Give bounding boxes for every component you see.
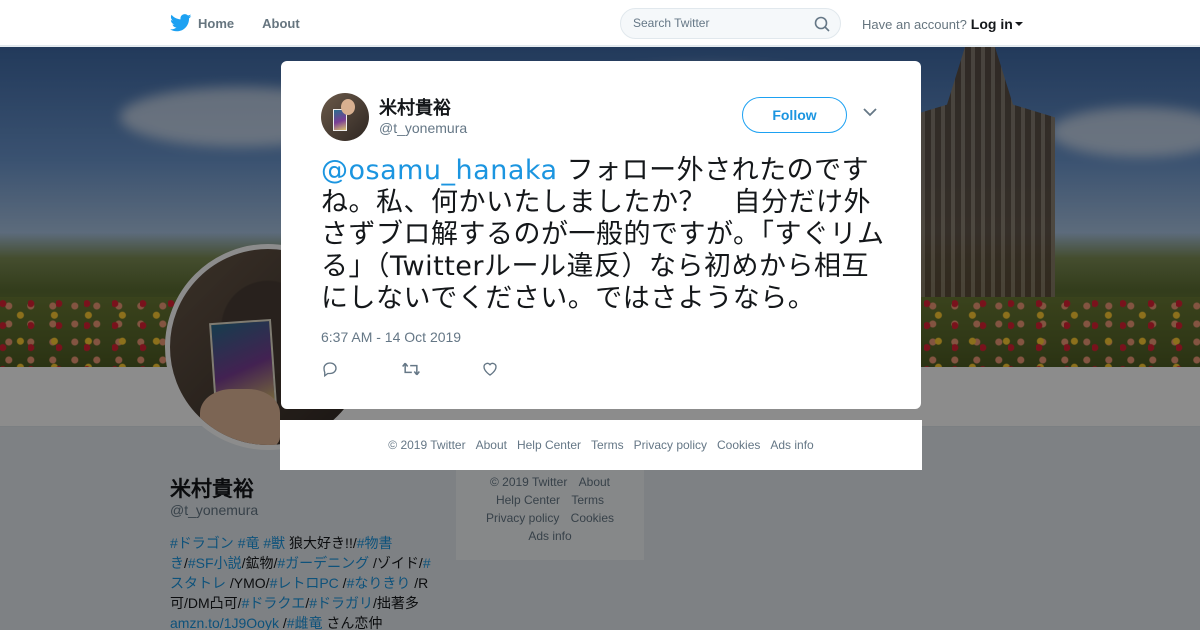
footer-help-link[interactable]: Help Center bbox=[517, 438, 581, 452]
nav-left: Home About bbox=[170, 0, 328, 46]
tweet-author-name[interactable]: 米村貴裕 bbox=[379, 94, 451, 120]
twitter-bird-icon bbox=[170, 14, 192, 32]
tweet-author-avatar[interactable] bbox=[321, 93, 369, 141]
footer-cookies-link[interactable]: Cookies bbox=[717, 438, 760, 452]
follow-button[interactable]: Follow bbox=[742, 97, 847, 133]
nav-about-label: About bbox=[262, 15, 300, 31]
avatar-face bbox=[341, 99, 355, 115]
nav-about[interactable]: About bbox=[262, 16, 300, 31]
modal-footer: © 2019 Twitter About Help Center Terms P… bbox=[280, 420, 922, 470]
tweet-author-handle[interactable]: @t_yonemura bbox=[379, 120, 467, 136]
search-input[interactable] bbox=[633, 16, 803, 30]
footer-privacy-link[interactable]: Privacy policy bbox=[634, 438, 707, 452]
nav-home[interactable]: Home bbox=[170, 14, 234, 32]
have-account-text: Have an account? bbox=[862, 16, 967, 32]
footer-terms-link[interactable]: Terms bbox=[591, 438, 624, 452]
top-navigation: Home About Have an account? Log in bbox=[0, 0, 1200, 46]
reply-button[interactable] bbox=[321, 359, 401, 379]
tweet-actions bbox=[321, 359, 561, 379]
reply-icon bbox=[323, 362, 337, 378]
account-area: Have an account? Log in bbox=[862, 16, 1023, 32]
footer-copyright: © 2019 Twitter bbox=[388, 438, 466, 452]
like-button[interactable] bbox=[481, 359, 561, 379]
close-icon[interactable] bbox=[1154, 12, 1178, 36]
nav-home-label: Home bbox=[198, 15, 235, 31]
footer-ads-link[interactable]: Ads info bbox=[770, 438, 813, 452]
search-box bbox=[620, 8, 841, 39]
retweet-icon bbox=[402, 362, 420, 376]
tweet-modal: 米村貴裕 @t_yonemura Follow @osamu_hanaka フォ… bbox=[281, 61, 921, 409]
tweet-mention-link[interactable]: @osamu_hanaka bbox=[321, 155, 558, 186]
login-link[interactable]: Log in bbox=[971, 16, 1013, 32]
chevron-down-icon[interactable] bbox=[863, 107, 877, 117]
footer-about-link[interactable]: About bbox=[476, 438, 507, 452]
tweet-text: @osamu_hanaka フォロー外されたのですね。私、何かいたしましたか？ … bbox=[321, 155, 886, 315]
tweet-timestamp[interactable]: 6:37 AM - 14 Oct 2019 bbox=[321, 329, 461, 345]
retweet-button[interactable] bbox=[401, 359, 481, 379]
search-icon[interactable] bbox=[814, 16, 830, 32]
caret-down-icon[interactable] bbox=[1014, 21, 1023, 27]
heart-icon bbox=[483, 362, 497, 376]
